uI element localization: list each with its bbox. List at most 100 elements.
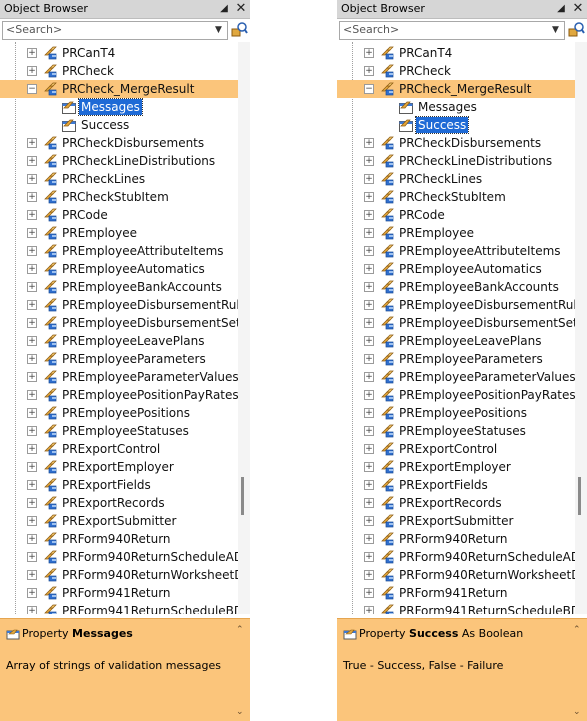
expand-icon[interactable]: + [27,264,37,274]
tree-item-class[interactable]: + PRExportFields [0,476,238,494]
expand-icon[interactable]: + [27,552,37,562]
expand-icon[interactable]: + [364,606,374,614]
tree-item-class[interactable]: + PRExportFields [337,476,575,494]
expand-icon[interactable]: + [364,246,374,256]
expand-icon[interactable]: + [27,336,37,346]
tree-item-class[interactable]: + PRForm940ReturnScheduleADetail [337,548,575,566]
tree-item-property[interactable]: Success [0,116,238,134]
expand-icon[interactable]: + [27,606,37,614]
tree-item-class[interactable]: + PREmployeeParameters [0,350,238,368]
expand-icon[interactable]: + [364,300,374,310]
detail-scroll-up-icon[interactable]: ⌃ [236,625,244,635]
tree-item-class[interactable]: + PREmployeeAttributeItems [337,242,575,260]
close-icon[interactable]: ✕ [572,1,584,16]
tree-item-class[interactable]: + PRForm940Return [0,530,238,548]
expand-icon[interactable]: + [364,552,374,562]
tree-item-class[interactable]: + PREmployeePositionPayRates [337,386,575,404]
expand-icon[interactable]: + [27,174,37,184]
expand-icon[interactable]: + [27,318,37,328]
expand-icon[interactable]: + [27,156,37,166]
detail-scroll-down-icon[interactable]: ⌄ [573,707,581,717]
tree-item-class[interactable]: + PREmployeeParameters [337,350,575,368]
tree-item-class[interactable]: + PREmployeeDisbursementRules [0,296,238,314]
expand-icon[interactable]: + [364,192,374,202]
tree-item-class[interactable]: + PREmployeeStatuses [0,422,238,440]
expand-icon[interactable]: + [364,318,374,328]
expand-icon[interactable]: + [27,48,37,58]
tree-item-class[interactable]: + PRExportSubmitter [0,512,238,530]
expand-icon[interactable]: + [27,588,37,598]
expand-icon[interactable]: + [364,408,374,418]
tree-item-class[interactable]: + PREmployeePositions [0,404,238,422]
tree-item-class[interactable]: + PREmployeeParameterValues [0,368,238,386]
tree-item-class[interactable]: + PREmployeeParameterValues [337,368,575,386]
object-tree[interactable]: + PRCanT4 + PRCheck − PRCheck_MergeResult Mess… [0,42,238,614]
chevron-down-icon[interactable]: ▼ [548,22,563,39]
tree-item-class[interactable]: + PREmployeeDisbursementSets [0,314,238,332]
tree-item-class[interactable]: + PRForm941Return [337,584,575,602]
tree-item-class[interactable]: + PRExportRecords [0,494,238,512]
tree-item-class[interactable]: + PREmployeeBankAccounts [337,278,575,296]
expand-icon[interactable]: + [364,570,374,580]
detail-scroll-up-icon[interactable]: ⌃ [573,625,581,635]
expand-icon[interactable]: + [27,498,37,508]
expand-icon[interactable]: + [364,282,374,292]
tree-item-class[interactable]: + PRForm941Return [0,584,238,602]
expand-icon[interactable]: + [364,210,374,220]
scrollbar-thumb[interactable] [578,477,581,515]
tree-item-class[interactable]: + PREmployeePositions [337,404,575,422]
tree-item-class[interactable]: + PRCheckLines [0,170,238,188]
expand-icon[interactable]: + [364,336,374,346]
expand-icon[interactable]: + [27,138,37,148]
expand-icon[interactable]: + [364,498,374,508]
tree-item-class[interactable]: + PREmployeeAutomatics [0,260,238,278]
tree-item-class[interactable]: + PRForm940ReturnScheduleADetail [0,548,238,566]
expand-icon[interactable]: + [27,408,37,418]
expand-icon[interactable]: + [364,462,374,472]
tree-item-class[interactable]: + PREmployeePositionPayRates [0,386,238,404]
tree-item-class[interactable]: + PRCheckDisbursements [0,134,238,152]
tree-item-class[interactable]: + PREmployeeStatuses [337,422,575,440]
expand-icon[interactable]: + [27,444,37,454]
expand-icon[interactable]: + [364,48,374,58]
expand-icon[interactable]: + [364,264,374,274]
tree-item-property[interactable]: Messages [337,98,575,116]
expand-icon[interactable]: + [364,426,374,436]
expand-icon[interactable]: + [27,462,37,472]
expand-icon[interactable]: + [27,192,37,202]
tree-item-class[interactable]: − PRCheck_MergeResult [337,80,575,98]
tree-item-class[interactable]: + PREmployeeLeavePlans [337,332,575,350]
expand-icon[interactable]: + [27,426,37,436]
tree-item-class[interactable]: + PRExportEmployer [0,458,238,476]
close-icon[interactable]: ✕ [235,1,247,16]
search-input[interactable]: <Search> [343,23,399,36]
find-icon[interactable] [568,21,585,38]
tree-item-class[interactable]: + PRExportControl [0,440,238,458]
tree-scrollbar[interactable] [575,42,587,614]
tree-item-class[interactable]: + PREmployeeBankAccounts [0,278,238,296]
expand-icon[interactable]: + [364,516,374,526]
tree-item-class[interactable]: + PREmployeeLeavePlans [0,332,238,350]
tree-item-class[interactable]: + PREmployeeDisbursementRules [337,296,575,314]
tree-item-class[interactable]: + PRCode [0,206,238,224]
tree-item-class[interactable]: + PRCanT4 [337,44,575,62]
expand-icon[interactable]: + [27,354,37,364]
expand-icon[interactable]: + [364,156,374,166]
tree-item-class[interactable]: + PRCanT4 [0,44,238,62]
tree-item-class[interactable]: + PREmployee [0,224,238,242]
tree-item-class[interactable]: + PREmployeeAutomatics [337,260,575,278]
tree-item-class[interactable]: + PRForm940Return [337,530,575,548]
tree-item-property[interactable]: Success [337,116,575,134]
find-icon[interactable] [231,21,248,38]
tree-item-class[interactable]: + PRCheckLines [337,170,575,188]
pin-icon[interactable]: ◢ [219,2,229,15]
tree-item-class[interactable]: + PRCheckLineDistributions [0,152,238,170]
expand-icon[interactable]: + [364,372,374,382]
expand-icon[interactable]: + [27,228,37,238]
tree-item-class[interactable]: + PRCheck [337,62,575,80]
tree-item-class[interactable]: + PRCheckStubItem [0,188,238,206]
expand-icon[interactable]: + [364,174,374,184]
tree-item-class[interactable]: + PRCheckStubItem [337,188,575,206]
expand-icon[interactable]: + [364,390,374,400]
search-combobox[interactable]: <Search> ▼ [2,21,228,40]
